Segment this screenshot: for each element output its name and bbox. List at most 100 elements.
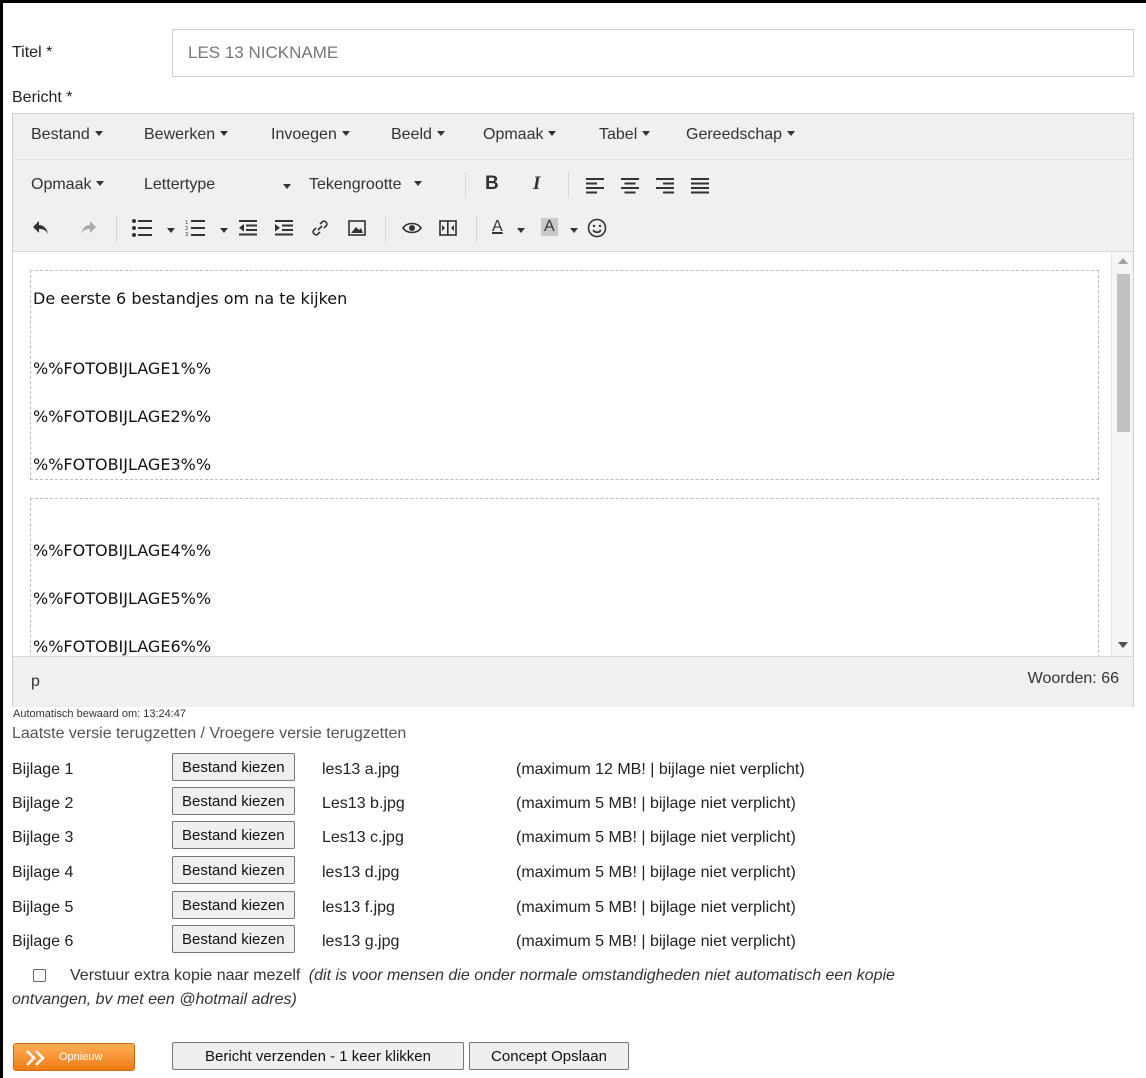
choose-file-button[interactable]: Bestand kiezen <box>172 925 295 953</box>
format-dropdown[interactable]: Opmaak <box>31 176 105 194</box>
content-paragraph: %%FOTOBIJLAGE3%% <box>33 455 212 474</box>
bullet-list-icon[interactable] <box>132 219 152 237</box>
chevron-down-icon <box>341 131 350 137</box>
editor-statusbar: p Woorden: 66 <box>13 656 1133 707</box>
chevron-down-icon <box>787 131 796 137</box>
copy-note-continued: ontvangen, bv met een @hotmail adres) <box>12 991 297 1008</box>
outdent-icon[interactable] <box>239 220 257 236</box>
menu-bestand[interactable]: Bestand <box>31 126 103 144</box>
chevron-down-icon <box>283 184 291 189</box>
toolbar-separator <box>465 172 466 198</box>
chevron-down-icon[interactable] <box>517 228 525 233</box>
chevron-down-icon[interactable] <box>570 228 578 233</box>
copy-checkbox-label[interactable]: Verstuur extra kopie naar mezelf <box>70 967 300 984</box>
indent-icon[interactable] <box>275 220 293 236</box>
menu-bewerken[interactable]: Bewerken <box>144 126 229 144</box>
content-paragraph: %%FOTOBIJLAGE6%% <box>33 637 212 656</box>
restore-last-link[interactable]: Laatste versie terugzetten <box>12 725 196 742</box>
attachment-label: Bijlage 3 <box>12 829 74 846</box>
attachment-label: Bijlage 1 <box>12 761 74 778</box>
menu-opmaak[interactable]: Opmaak <box>483 126 557 144</box>
chevron-down-icon <box>413 181 422 187</box>
italic-button[interactable]: I <box>533 173 540 195</box>
attachment-note: (maximum 5 MB! | bijlage niet verplicht) <box>516 899 796 916</box>
chevron-down-icon[interactable] <box>167 228 175 233</box>
justify-icon[interactable] <box>691 178 709 194</box>
autosave-status: Automatisch bewaard om: 13:24:47 <box>13 708 187 720</box>
svg-text:3: 3 <box>185 232 188 237</box>
attachment-filename: les13 a.jpg <box>322 761 400 778</box>
attachment-note: (maximum 5 MB! | bijlage niet verplicht) <box>516 933 796 950</box>
align-center-icon[interactable] <box>621 178 639 194</box>
choose-file-button[interactable]: Bestand kiezen <box>172 821 295 849</box>
title-label: Titel * <box>12 44 53 61</box>
attachment-filename: les13 d.jpg <box>322 864 400 881</box>
scrollbar-thumb[interactable] <box>1117 274 1130 432</box>
background-color-icon[interactable]: A <box>541 218 558 236</box>
message-label: Bericht * <box>12 89 73 106</box>
link-icon[interactable] <box>311 219 329 237</box>
numbered-list-icon[interactable]: 123 <box>185 219 205 237</box>
editor-menubar: Bestand Bewerken Invoegen Beeld Opmaak T… <box>13 114 1133 160</box>
version-restore: Laatste versie terugzetten / Vroegere ve… <box>12 725 406 743</box>
editor-content[interactable]: De eerste 6 bestandjes om na te kijken %… <box>13 252 1113 656</box>
attachment-note: (maximum 5 MB! | bijlage niet verplicht) <box>516 829 796 846</box>
choose-file-button[interactable]: Bestand kiezen <box>172 891 295 919</box>
send-message-button[interactable]: Bericht verzenden - 1 keer klikken <box>172 1042 464 1070</box>
editor-scrollbar[interactable] <box>1111 252 1133 656</box>
chevron-down-icon <box>96 181 105 187</box>
toolbar-separator <box>568 172 569 198</box>
preview-icon[interactable] <box>402 222 422 234</box>
double-chevron-right-icon <box>26 1050 45 1066</box>
attachment-label: Bijlage 4 <box>12 864 74 881</box>
chevron-down-icon <box>642 131 651 137</box>
scroll-up-icon[interactable] <box>1118 258 1128 264</box>
menu-beeld[interactable]: Beeld <box>391 126 445 144</box>
chevron-down-icon <box>548 131 557 137</box>
content-paragraph: %%FOTOBIJLAGE1%% <box>33 359 212 378</box>
reset-button-label: Opnieuw <box>59 1051 103 1063</box>
choose-file-button[interactable]: Bestand kiezen <box>172 753 295 781</box>
choose-file-button[interactable]: Bestand kiezen <box>172 787 295 815</box>
menu-gereedschap[interactable]: Gereedschap <box>686 126 796 144</box>
chevron-down-icon[interactable] <box>220 228 228 233</box>
emoticon-icon[interactable] <box>587 218 607 238</box>
toolbar-separator <box>476 216 477 242</box>
redo-icon[interactable] <box>79 220 97 236</box>
restore-older-link[interactable]: Vroegere versie terugzetten <box>209 725 406 742</box>
chevron-down-icon <box>94 131 103 137</box>
align-left-icon[interactable] <box>586 178 604 194</box>
copy-checkbox[interactable] <box>33 969 46 982</box>
save-draft-button[interactable]: Concept Opslaan <box>469 1042 629 1070</box>
scroll-down-icon[interactable] <box>1118 642 1128 648</box>
attachment-filename: les13 g.jpg <box>322 933 400 950</box>
attachment-label: Bijlage 5 <box>12 899 74 916</box>
element-path[interactable]: p <box>31 673 40 691</box>
chevron-down-icon <box>436 131 445 137</box>
content-paragraph: %%FOTOBIJLAGE4%% <box>33 541 212 560</box>
font-family-dropdown[interactable]: Lettertype <box>144 176 294 194</box>
media-icon[interactable] <box>439 220 457 236</box>
choose-file-button[interactable]: Bestand kiezen <box>172 856 295 884</box>
word-count: Woorden: 66 <box>1027 670 1119 687</box>
toolbar-separator <box>385 216 386 242</box>
content-paragraph: De eerste 6 bestandjes om na te kijken <box>33 289 348 308</box>
reset-button[interactable]: Opnieuw <box>13 1043 135 1071</box>
align-right-icon[interactable] <box>656 178 674 194</box>
toolbar-separator <box>116 216 117 242</box>
text-color-icon[interactable]: A <box>492 218 503 236</box>
bold-button[interactable]: B <box>485 173 499 195</box>
attachment-note: (maximum 12 MB! | bijlage niet verplicht… <box>516 761 805 778</box>
image-icon[interactable] <box>348 220 366 236</box>
undo-icon[interactable] <box>32 220 50 236</box>
content-paragraph: %%FOTOBIJLAGE5%% <box>33 589 212 608</box>
attachment-filename: Les13 b.jpg <box>322 795 405 812</box>
content-paragraph: %%FOTOBIJLAGE2%% <box>33 407 212 426</box>
editor-toolbar: Opmaak Lettertype Tekengrootte B I 123 A… <box>13 160 1133 252</box>
menu-tabel[interactable]: Tabel <box>599 126 651 144</box>
title-input[interactable] <box>172 29 1134 77</box>
menu-invoegen[interactable]: Invoegen <box>271 126 350 144</box>
font-size-dropdown[interactable]: Tekengrootte <box>309 176 422 194</box>
attachment-filename: Les13 c.jpg <box>322 829 404 846</box>
content-block <box>30 498 1099 656</box>
